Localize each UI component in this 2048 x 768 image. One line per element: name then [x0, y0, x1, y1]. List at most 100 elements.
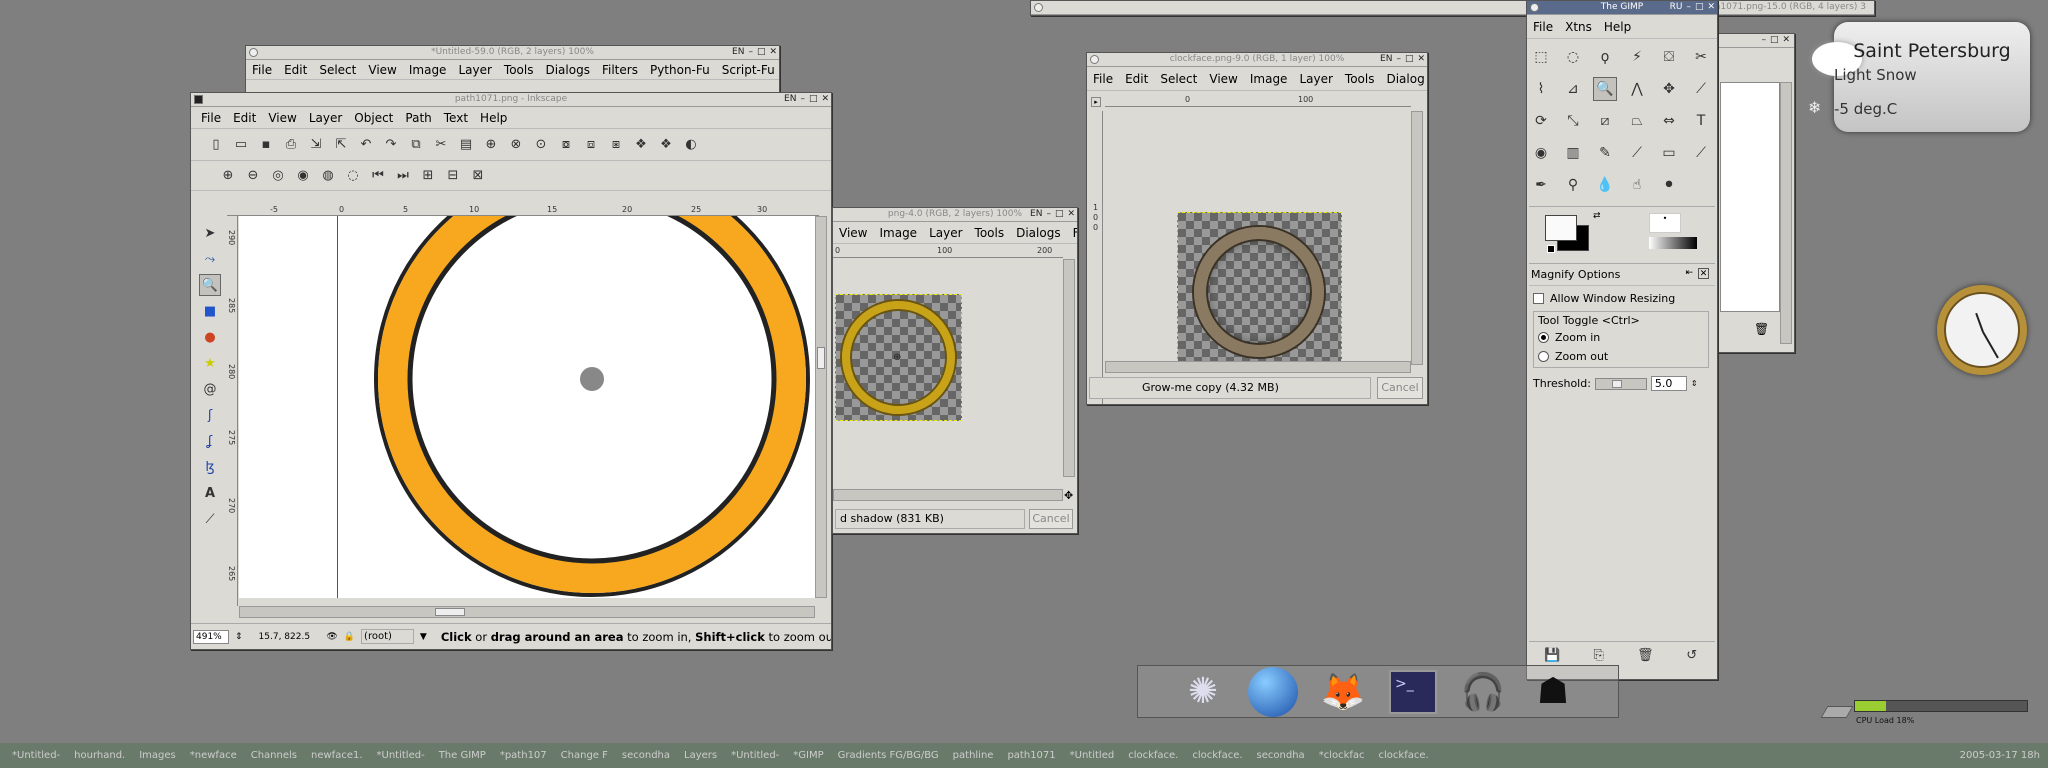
- spiral-tool-icon[interactable]: @: [199, 378, 221, 400]
- menu-filters[interactable]: Filters: [596, 63, 644, 77]
- menu-layer[interactable]: Layer: [923, 226, 968, 240]
- untitled-title-bar[interactable]: *Untitled-59.0 (RGB, 2 layers) 100% EN – □…: [246, 46, 779, 60]
- allow-resize-checkbox[interactable]: [1533, 293, 1544, 304]
- scroll-thumb[interactable]: [435, 608, 465, 616]
- taskbar-item[interactable]: *Untitled: [1064, 750, 1121, 761]
- zoom-out-row[interactable]: Zoom out: [1538, 350, 1704, 363]
- menu-layer[interactable]: Layer: [303, 111, 348, 125]
- maximize-icon[interactable]: □: [757, 46, 766, 59]
- menu-tools[interactable]: Tools: [969, 226, 1011, 240]
- close-icon[interactable]: ✕: [769, 46, 777, 59]
- import-icon[interactable]: ⇲: [305, 134, 327, 156]
- clockface-cancel-button[interactable]: Cancel: [1377, 377, 1423, 399]
- zoom-prev-icon[interactable]: ⏮: [367, 165, 389, 187]
- path-horizontal-ruler[interactable]: 0 100 200: [833, 246, 1063, 258]
- menu-file[interactable]: File: [246, 63, 278, 77]
- path1071-15-title-bar[interactable]: *path1071.png-15.0 (RGB, 4 layers) 3: [1031, 1, 1874, 15]
- color-select-icon[interactable]: ⛋: [1657, 45, 1681, 69]
- visibility-icon[interactable]: 👁: [326, 632, 337, 642]
- zoom-1-2-icon[interactable]: ◉: [292, 165, 314, 187]
- layers-list[interactable]: [1720, 82, 1780, 312]
- zoom-page-icon[interactable]: ⊙: [530, 134, 552, 156]
- brush-indicator[interactable]: •: [1649, 213, 1681, 233]
- zoom-selection-icon[interactable]: ⊕: [480, 134, 502, 156]
- menu-tools[interactable]: Tools: [498, 63, 540, 77]
- ellipse-tool-icon[interactable]: ●: [199, 326, 221, 348]
- clockface-title-bar[interactable]: clockface.png-9.0 (RGB, 1 layer) 100% EN…: [1087, 53, 1427, 67]
- paste-icon[interactable]: ▤: [455, 134, 477, 156]
- dodge-burn-icon[interactable]: ⚫: [1657, 173, 1681, 197]
- inkscape-window[interactable]: path1071.png - Inkscape EN – □ ✕ File Edit …: [190, 92, 832, 650]
- maximize-icon[interactable]: □: [1695, 1, 1704, 14]
- ink-icon[interactable]: ✒: [1529, 173, 1553, 197]
- path-canvas[interactable]: ⊕: [833, 259, 1063, 477]
- swap-colors-icon[interactable]: ⇄: [1593, 211, 1601, 221]
- taskbar-item[interactable]: *GIMP: [787, 750, 829, 761]
- layers-scrollbar[interactable]: [1780, 82, 1792, 344]
- zoom-spinner-icon[interactable]: ⇕: [235, 632, 243, 642]
- menu-dialog[interactable]: Dialog: [1380, 72, 1427, 86]
- weather-widget[interactable]: Saint Petersburg Light Snow -5 deg.C ❄: [1808, 22, 2030, 132]
- perspective-icon[interactable]: ⏢: [1625, 109, 1649, 133]
- minimize-icon[interactable]: –: [748, 46, 753, 59]
- inkscape-title-bar[interactable]: path1071.png - Inkscape EN – □ ✕: [191, 93, 831, 107]
- close-icon[interactable]: ✕: [1707, 1, 1715, 14]
- blur-icon[interactable]: 💧: [1593, 173, 1617, 197]
- node-tool-icon[interactable]: ⤳: [199, 248, 221, 270]
- taskbar-item[interactable]: Layers: [678, 750, 723, 761]
- taskbar-item[interactable]: clockface.: [1186, 750, 1248, 761]
- rectangle-tool-icon[interactable]: ■: [199, 300, 221, 322]
- taskbar-item[interactable]: Change F: [555, 750, 614, 761]
- scroll-thumb[interactable]: [817, 347, 825, 369]
- close-icon[interactable]: ✕: [1067, 208, 1075, 221]
- foreground-color-swatch[interactable]: [1545, 215, 1577, 241]
- zoom-next-icon[interactable]: ⏭: [392, 165, 414, 187]
- move-icon[interactable]: ✥: [1657, 77, 1681, 101]
- menu-object[interactable]: Object: [348, 111, 399, 125]
- menu-view[interactable]: View: [262, 111, 302, 125]
- clockface-vertical-ruler[interactable]: 1 0 0: [1091, 111, 1103, 404]
- zoom-2-1-icon[interactable]: ◍: [317, 165, 339, 187]
- taskbar-item[interactable]: The GIMP: [433, 750, 492, 761]
- delete-options-icon[interactable]: 🗑: [1634, 645, 1656, 667]
- menu-script-fu[interactable]: Script-Fu: [716, 63, 779, 77]
- taskbar-item[interactable]: path1071: [1001, 750, 1061, 761]
- inkscape-horizontal-ruler[interactable]: -5 0 5 10 15 20 25 30: [227, 205, 819, 216]
- layer-dropdown-icon[interactable]: ▼: [420, 632, 427, 642]
- shear-icon[interactable]: ⧄: [1593, 109, 1617, 133]
- gimp-toolbox[interactable]: The GIMP RU – □ ✕ File Xtns Help ⬚ ◌ ϙ ⚡ ⛋ ✂ ⌇ ⊿ 🔍 ⋀…: [1526, 0, 1718, 680]
- ungroup-icon[interactable]: ❖: [655, 134, 677, 156]
- path1071-15-window[interactable]: *path1071.png-15.0 (RGB, 4 layers) 3: [1030, 0, 1875, 16]
- zoom-field[interactable]: 491%: [193, 629, 229, 644]
- menu-select[interactable]: Select: [1154, 72, 1203, 86]
- window-menu-icon[interactable]: [1090, 55, 1099, 64]
- zoom-selection-icon[interactable]: ⊠: [467, 165, 489, 187]
- zoom-out-radio[interactable]: [1538, 351, 1549, 362]
- dock-headphones-icon[interactable]: 🎧: [1454, 663, 1512, 721]
- window-menu-icon[interactable]: [1530, 3, 1539, 12]
- inkscape-horizontal-scrollbar[interactable]: [239, 606, 815, 618]
- threshold-slider[interactable]: [1594, 377, 1647, 390]
- print-icon[interactable]: ⎙: [280, 134, 302, 156]
- dock-app-swirl-icon[interactable]: ✺: [1174, 663, 1232, 721]
- taskbar-item[interactable]: Images: [133, 750, 182, 761]
- unlink-clone-icon[interactable]: ⧆: [605, 134, 627, 156]
- text-tool-icon[interactable]: A: [199, 482, 221, 504]
- taskbar-item[interactable]: Gradients FG/BG/BG: [832, 750, 945, 761]
- color-picker-icon[interactable]: ⊿: [1561, 77, 1585, 101]
- minimize-icon[interactable]: –: [800, 93, 805, 106]
- pen-tool-icon[interactable]: ʆ: [199, 430, 221, 452]
- navigate-icon[interactable]: ✥: [1064, 489, 1073, 502]
- close-icon[interactable]: ✕: [1782, 34, 1790, 47]
- eraser-icon[interactable]: ▭: [1657, 141, 1681, 165]
- threshold-input[interactable]: 5.0: [1650, 376, 1687, 391]
- fill-stroke-icon[interactable]: ◐: [680, 134, 702, 156]
- panel-close-icon[interactable]: ✕: [1698, 268, 1709, 279]
- reset-options-icon[interactable]: ↺: [1681, 645, 1703, 667]
- inkscape-vertical-scrollbar[interactable]: [815, 216, 827, 598]
- zoom-drawing-icon[interactable]: ⊟: [442, 165, 464, 187]
- menu-xtns[interactable]: Xtns: [1559, 20, 1598, 34]
- zoom-page-width-icon[interactable]: ⊞: [417, 165, 439, 187]
- menu-path[interactable]: Path: [399, 111, 437, 125]
- path-cancel-button[interactable]: Cancel: [1029, 509, 1073, 529]
